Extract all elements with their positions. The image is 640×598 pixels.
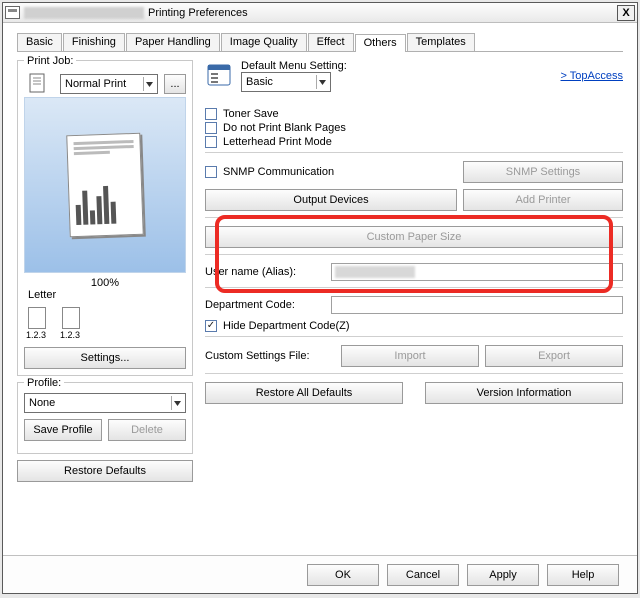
default-menu-select[interactable]: Basic [241, 72, 331, 92]
toner-save-checkbox[interactable]: Toner Save [205, 108, 623, 120]
window-title: Printing Preferences [148, 7, 617, 19]
print-job-more-button[interactable]: ... [164, 74, 186, 94]
username-value-blur [335, 266, 415, 278]
close-button[interactable]: X [617, 5, 635, 21]
settings-button[interactable]: Settings... [24, 347, 186, 369]
custom-settings-label: Custom Settings File: [205, 350, 335, 362]
department-code-field[interactable] [331, 296, 623, 314]
titlebar: Printing Preferences X [3, 3, 637, 23]
profile-value: None [29, 397, 55, 409]
tab-image-quality[interactable]: Image Quality [221, 33, 307, 51]
snmp-settings-button[interactable]: SNMP Settings [463, 161, 623, 183]
default-menu-label: Default Menu Setting: [241, 60, 555, 72]
ok-button[interactable]: OK [307, 564, 379, 586]
profile-group: Profile: None Save Profile Delete [17, 382, 193, 454]
device-name-blur [24, 7, 144, 19]
zoom-label: 100% [24, 277, 186, 289]
layout-icon-1 [28, 307, 46, 329]
topaccess-link[interactable]: > TopAccess [561, 70, 623, 82]
import-button[interactable]: Import [341, 345, 479, 367]
version-info-button[interactable]: Version Information [425, 382, 623, 404]
chevron-down-icon [171, 396, 183, 410]
preferences-window: Printing Preferences X Basic Finishing P… [2, 2, 638, 594]
department-code-label: Department Code: [205, 299, 325, 311]
letterhead-checkbox[interactable]: Letterhead Print Mode [205, 136, 623, 148]
add-printer-button[interactable]: Add Printer [463, 189, 623, 211]
export-button[interactable]: Export [485, 345, 623, 367]
printer-icon [5, 6, 20, 19]
save-profile-button[interactable]: Save Profile [24, 419, 102, 441]
delete-profile-button[interactable]: Delete [108, 419, 186, 441]
cancel-button[interactable]: Cancel [387, 564, 459, 586]
tab-paper-handling[interactable]: Paper Handling [126, 33, 220, 51]
tab-templates[interactable]: Templates [407, 33, 475, 51]
document-icon [24, 71, 54, 97]
custom-paper-button[interactable]: Custom Paper Size [205, 226, 623, 248]
restore-defaults-button[interactable]: Restore Defaults [17, 460, 193, 482]
page-preview [24, 97, 186, 273]
client-area: Basic Finishing Paper Handling Image Qua… [3, 23, 637, 593]
tab-strip: Basic Finishing Paper Handling Image Qua… [17, 33, 623, 52]
menu-icon [205, 63, 235, 89]
print-job-group: Print Job: Normal Print ... [17, 60, 193, 376]
restore-all-defaults-button[interactable]: Restore All Defaults [205, 382, 403, 404]
username-field[interactable] [331, 263, 623, 281]
output-devices-button[interactable]: Output Devices [205, 189, 457, 211]
dialog-buttons: OK Cancel Apply Help [3, 555, 637, 593]
profile-select[interactable]: None [24, 393, 186, 413]
print-job-value: Normal Print [65, 78, 126, 90]
print-job-label: Print Job: [24, 55, 76, 67]
profile-label: Profile: [24, 377, 64, 389]
layout-icon-2 [62, 307, 80, 329]
apply-button[interactable]: Apply [467, 564, 539, 586]
default-menu-value: Basic [246, 76, 273, 88]
tab-effect[interactable]: Effect [308, 33, 354, 51]
chevron-down-icon [143, 77, 155, 91]
snmp-checkbox[interactable]: SNMP Communication [205, 166, 457, 178]
tab-basic[interactable]: Basic [17, 33, 62, 51]
chevron-down-icon [316, 75, 328, 89]
hide-dept-checkbox[interactable]: Hide Department Code(Z) [205, 320, 623, 332]
tab-others[interactable]: Others [355, 34, 406, 52]
username-label: User name (Alias): [205, 266, 325, 278]
paper-label: Letter [28, 289, 186, 301]
print-job-select[interactable]: Normal Print [60, 74, 158, 94]
tab-finishing[interactable]: Finishing [63, 33, 125, 51]
blank-pages-checkbox[interactable]: Do not Print Blank Pages [205, 122, 623, 134]
help-button[interactable]: Help [547, 564, 619, 586]
